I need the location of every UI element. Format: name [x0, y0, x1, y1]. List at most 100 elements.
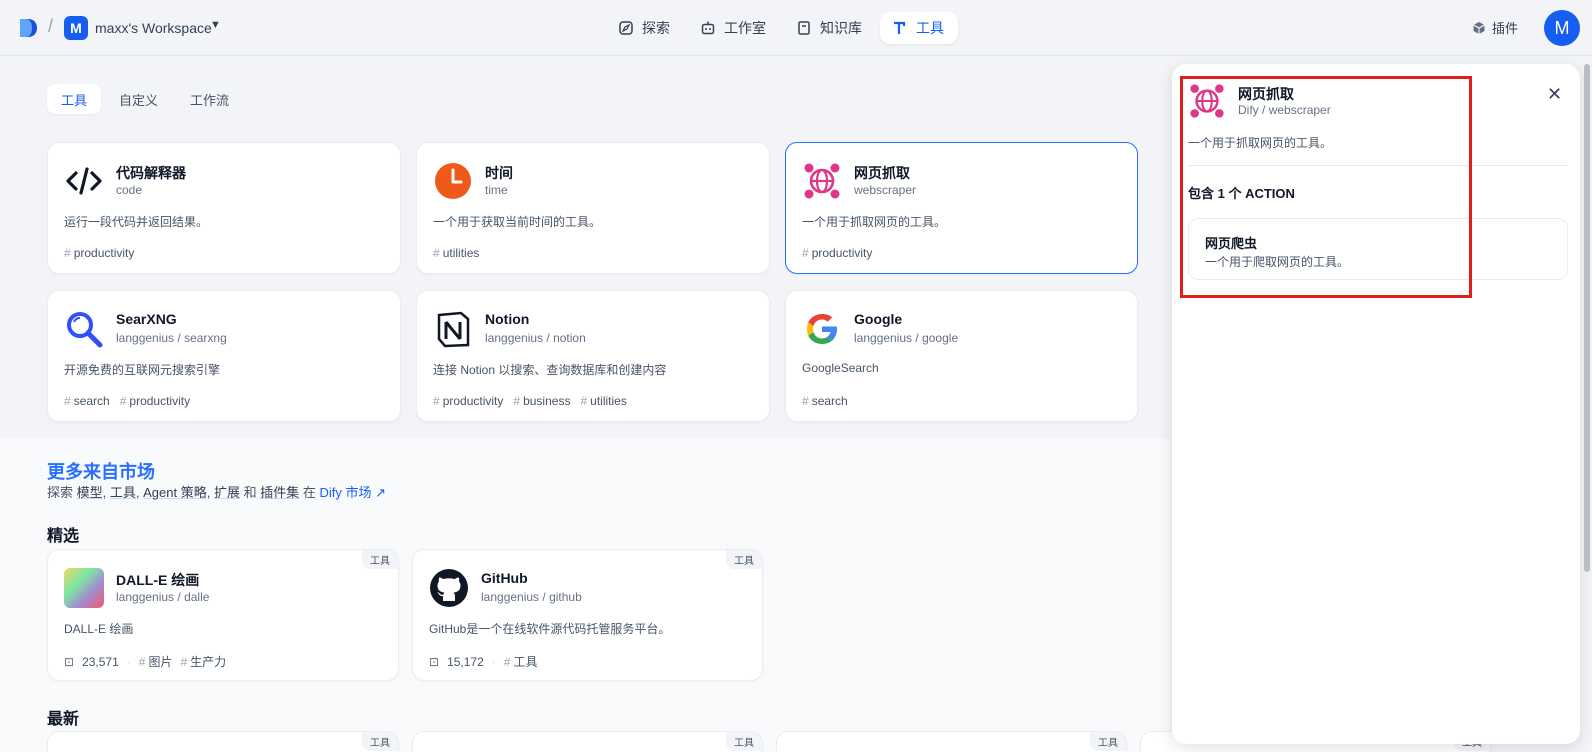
nav-explore-label: 探索	[642, 20, 670, 36]
github-logo-icon	[430, 569, 468, 607]
download-count: 23,571	[82, 654, 119, 669]
tool-card-notion[interactable]: Notion langgenius / notion 连接 Notion 以搜索…	[416, 290, 770, 422]
tool-tags: # productivity	[64, 246, 134, 260]
tag: # productivity	[64, 246, 135, 260]
type-badge: 工具	[726, 732, 762, 751]
download-icon: ⊡	[64, 654, 75, 669]
dify-market-link[interactable]: Dify 市场 ↗	[320, 485, 387, 500]
tool-subtitle: time	[485, 183, 508, 197]
nav-tools[interactable]: 工具	[880, 12, 958, 44]
tool-title: 时间	[485, 165, 513, 181]
tool-card-time[interactable]: 时间 time 一个用于获取当前时间的工具。 # utilities	[416, 142, 770, 274]
tool-tags: # search # productivity	[64, 394, 190, 408]
workspace-avatar[interactable]: M	[64, 16, 88, 40]
tool-icon	[894, 21, 906, 34]
tag: # business	[513, 394, 571, 408]
link-bundles[interactable]: 插件集	[260, 485, 299, 500]
top-bar: / M maxx's Workspace ▼ 探索 工作室 知识库 工具 插件 …	[0, 0, 1592, 56]
tag: # 工具	[503, 655, 538, 669]
compass-icon	[619, 21, 633, 35]
featured-title: 精选	[47, 528, 80, 545]
nav-explore[interactable]: 探索	[606, 12, 684, 44]
dify-logo-icon[interactable]	[18, 17, 38, 39]
tool-card-webscraper[interactable]: 网页抓取 webscraper 一个用于抓取网页的工具。 # productivi…	[785, 142, 1138, 274]
tag: # productivity	[119, 394, 191, 408]
nav-studio[interactable]: 工作室	[688, 12, 780, 44]
tag: # search	[64, 394, 110, 408]
tool-description: 一个用于获取当前时间的工具。	[433, 215, 602, 229]
tag: # utilities	[433, 246, 480, 260]
tag: # 生产力	[180, 655, 227, 669]
tool-subtitle: langgenius / searxng	[116, 331, 227, 345]
tool-card-code[interactable]: 代码解释器 code 运行一段代码并返回结果。 # productivity	[47, 142, 401, 274]
main-nav: 探索 工作室 知识库 工具	[606, 12, 958, 44]
plugin-button[interactable]: 插件	[1472, 18, 1518, 37]
tool-tags: # productivity # business # utilities	[433, 394, 627, 408]
breadcrumb-separator: /	[48, 16, 54, 36]
market-title: GitHub	[481, 570, 528, 586]
market-card-dalle[interactable]: 工具 DALL-E 绘画 langgenius / dalle DALL-E 绘…	[47, 549, 399, 681]
tool-description: 一个用于抓取网页的工具。	[802, 215, 947, 229]
market-card-latest[interactable]: 工具	[776, 731, 1127, 752]
tool-title: 代码解释器	[116, 165, 186, 181]
nav-tools-label: 工具	[916, 20, 944, 36]
link-extensions[interactable]: 扩展	[214, 485, 240, 500]
tool-type-tabs: 工具 自定义 工作流	[47, 84, 243, 114]
code-icon	[66, 167, 102, 195]
arrow-up-right-icon: ↗	[375, 485, 387, 500]
tool-title: Google	[854, 311, 903, 327]
nav-knowledge[interactable]: 知识库	[784, 12, 876, 44]
download-icon: ⊡	[429, 654, 440, 669]
market-subtitle: langgenius / github	[481, 590, 582, 604]
tool-title: SearXNG	[116, 311, 177, 327]
tag: # search	[802, 394, 848, 408]
drawer-scrollbar[interactable]	[1584, 64, 1590, 572]
tool-description: GoogleSearch	[802, 361, 879, 375]
market-description: DALL-E 绘画	[64, 622, 134, 636]
tab-custom[interactable]: 自定义	[105, 84, 172, 114]
market-card-latest[interactable]: 工具	[47, 731, 399, 752]
tool-title: 网页抓取	[854, 165, 910, 181]
close-icon[interactable]: ✕	[1547, 84, 1562, 105]
cube-icon	[1473, 21, 1485, 34]
tool-subtitle: webscraper	[854, 183, 917, 197]
market-subtitle: langgenius / dalle	[116, 590, 210, 604]
market-card-latest[interactable]: 工具	[412, 731, 763, 752]
tool-subtitle: langgenius / google	[854, 331, 959, 345]
book-icon	[798, 21, 810, 35]
user-avatar[interactable]: M	[1544, 10, 1580, 46]
tool-subtitle: langgenius / notion	[485, 331, 586, 345]
tool-tags: # productivity	[802, 246, 872, 260]
link-models[interactable]: 模型	[77, 485, 103, 500]
highlight-box	[1180, 76, 1472, 298]
nav-studio-label: 工作室	[724, 20, 766, 36]
market-description: GitHub是一个在线软件源代码托管服务平台。	[429, 622, 671, 636]
tool-description: 连接 Notion 以搜索、查询数据库和创建内容	[433, 363, 667, 377]
marketplace-title: 更多来自市场	[47, 462, 155, 482]
download-count: 15,172	[447, 654, 484, 669]
tool-tags: # search	[802, 394, 848, 408]
tool-card-google[interactable]: Google langgenius / google GoogleSearch …	[785, 290, 1138, 422]
tool-description: 运行一段代码并返回结果。	[64, 215, 209, 229]
type-badge: 工具	[362, 732, 398, 751]
dalle-logo-icon	[64, 568, 104, 608]
chevron-down-icon[interactable]: ▼	[210, 19, 221, 31]
tool-description: 开源免费的互联网元搜索引擎	[64, 363, 221, 377]
tool-subtitle: code	[116, 183, 143, 197]
plugin-label: 插件	[1492, 21, 1519, 36]
link-tools[interactable]: 工具	[110, 485, 136, 500]
tab-workflow[interactable]: 工作流	[176, 84, 243, 114]
google-logo-icon	[807, 314, 837, 344]
web-globe-icon	[804, 163, 840, 199]
link-agent-strategy[interactable]: Agent 策略	[143, 485, 207, 500]
tool-tags: # utilities	[433, 246, 479, 260]
clock-icon	[435, 163, 471, 199]
tag: # 图片	[138, 655, 173, 669]
market-card-github[interactable]: 工具 GitHub langgenius / github GitHub是一个在…	[412, 549, 763, 681]
workspace-name[interactable]: maxx's Workspace	[95, 20, 212, 36]
tab-builtin[interactable]: 工具	[47, 84, 102, 114]
latest-title: 最新	[47, 711, 80, 728]
tool-card-searxng[interactable]: SearXNG langgenius / searxng 开源免费的互联网元搜索…	[47, 290, 401, 422]
tag: # productivity	[802, 246, 873, 260]
market-stats: ⊡ 15,172 · # 工具	[429, 654, 538, 670]
